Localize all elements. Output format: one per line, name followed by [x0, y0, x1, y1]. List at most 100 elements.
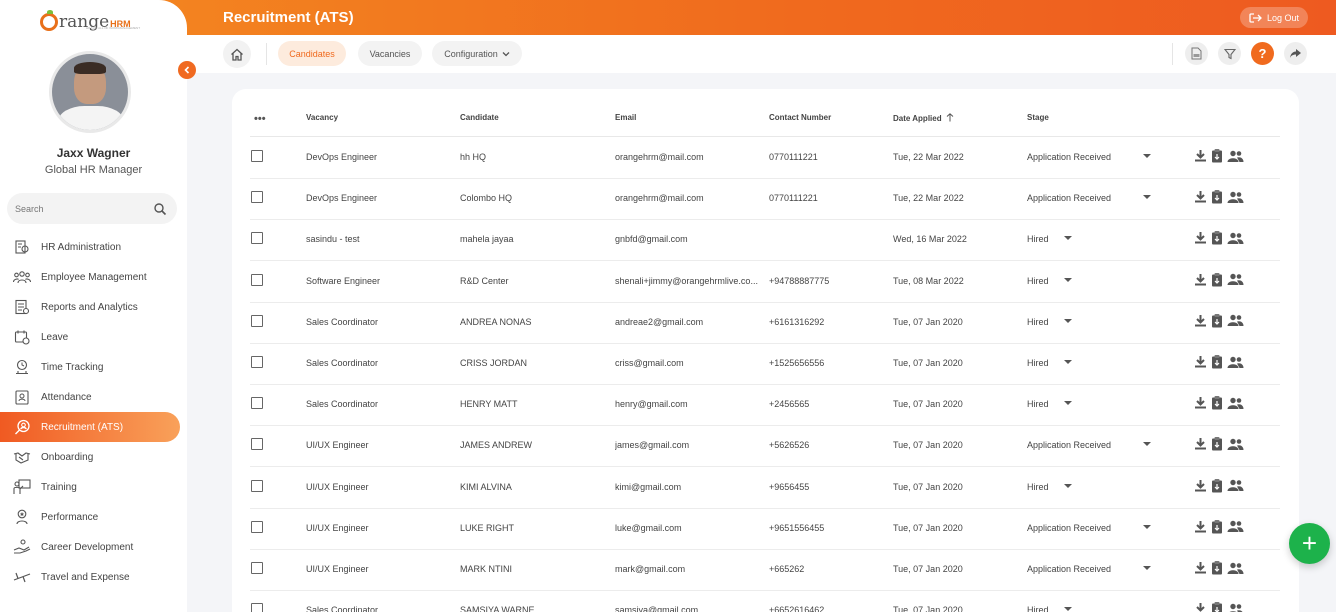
- stage-dropdown-icon[interactable]: [1143, 195, 1151, 200]
- row-checkbox[interactable]: [251, 314, 263, 327]
- row-checkbox[interactable]: [251, 191, 263, 204]
- row-checkbox[interactable]: [251, 562, 263, 574]
- add-candidate-button[interactable]: +: [1289, 523, 1330, 564]
- download-icon[interactable]: [1194, 314, 1207, 327]
- search-input[interactable]: [15, 203, 153, 214]
- table-row[interactable]: DevOps Engineer hh HQ orangehrm@mail.com 07…: [250, 138, 1280, 179]
- stage-dropdown-icon[interactable]: [1143, 442, 1151, 447]
- clipboard-icon[interactable]: [1211, 436, 1223, 451]
- download-icon[interactable]: [1194, 231, 1207, 244]
- logout-button[interactable]: Log Out: [1240, 7, 1308, 28]
- table-row[interactable]: UI/UX Engineer KIMI ALVINA kimi@gmail.com +…: [250, 468, 1280, 509]
- filter-button[interactable]: [1218, 42, 1241, 65]
- sidebar-item-onboarding[interactable]: Onboarding: [0, 442, 187, 472]
- stage-dropdown-icon[interactable]: [1143, 154, 1151, 158]
- sidebar-item-travel-and-expense[interactable]: Travel and Expense: [0, 562, 187, 592]
- table-row[interactable]: sasindu - test mahela jayaa gnbfd@gmail.co…: [250, 220, 1280, 262]
- row-checkbox[interactable]: [251, 150, 263, 162]
- clipboard-icon[interactable]: [1211, 354, 1223, 369]
- home-button[interactable]: [223, 40, 251, 68]
- users-icon[interactable]: [1227, 520, 1244, 533]
- header-vacancy[interactable]: Vacancy: [306, 113, 338, 122]
- row-checkbox[interactable]: [251, 232, 263, 245]
- stage-dropdown-icon[interactable]: [1064, 607, 1072, 612]
- users-icon[interactable]: [1227, 232, 1244, 244]
- download-icon[interactable]: [1194, 561, 1207, 574]
- stage-dropdown-icon[interactable]: [1064, 360, 1072, 364]
- more-options-icon[interactable]: •••: [254, 113, 266, 125]
- users-icon[interactable]: [1227, 438, 1244, 450]
- download-icon[interactable]: [1194, 479, 1207, 492]
- row-checkbox[interactable]: [251, 397, 263, 410]
- users-icon[interactable]: [1227, 479, 1244, 492]
- users-icon[interactable]: [1227, 397, 1244, 409]
- clipboard-icon[interactable]: [1211, 601, 1223, 612]
- tab-configuration[interactable]: Configuration: [432, 41, 522, 66]
- header-email[interactable]: Email: [615, 113, 636, 122]
- users-icon[interactable]: [1227, 150, 1244, 162]
- tab-vacancies[interactable]: Vacancies: [358, 41, 422, 66]
- download-icon[interactable]: [1194, 355, 1207, 368]
- clipboard-icon[interactable]: [1211, 560, 1223, 575]
- users-icon[interactable]: [1227, 562, 1244, 574]
- row-checkbox[interactable]: [251, 520, 263, 533]
- download-icon[interactable]: [1194, 149, 1207, 162]
- table-row[interactable]: UI/UX Engineer LUKE RIGHT luke@gmail.com +9…: [250, 509, 1280, 550]
- users-icon[interactable]: [1227, 191, 1244, 203]
- header-stage[interactable]: Stage: [1027, 113, 1049, 122]
- sidebar-item-hr-administration[interactable]: HR Administration: [0, 232, 187, 262]
- search-icon[interactable]: [153, 202, 167, 216]
- stage-dropdown-icon[interactable]: [1064, 483, 1072, 488]
- row-checkbox[interactable]: [251, 356, 263, 368]
- header-candidate[interactable]: Candidate: [460, 113, 499, 122]
- stage-dropdown-icon[interactable]: [1064, 318, 1072, 323]
- download-icon[interactable]: [1194, 520, 1207, 533]
- stage-dropdown-icon[interactable]: [1064, 277, 1072, 282]
- table-row[interactable]: UI/UX Engineer MARK NTINI mark@gmail.com +6…: [250, 550, 1280, 591]
- table-row[interactable]: DevOps Engineer Colombo HQ orangehrm@mail.…: [250, 179, 1280, 221]
- share-button[interactable]: [1284, 42, 1307, 65]
- stage-dropdown-icon[interactable]: [1064, 236, 1072, 241]
- users-icon[interactable]: [1227, 273, 1244, 286]
- download-icon[interactable]: [1194, 273, 1207, 286]
- clipboard-icon[interactable]: [1211, 395, 1223, 410]
- sidebar-item-leave[interactable]: Leave: [0, 322, 187, 352]
- row-checkbox[interactable]: [251, 603, 263, 612]
- header-contact-number[interactable]: Contact Number: [769, 113, 831, 122]
- download-icon[interactable]: [1194, 437, 1207, 450]
- sidebar-item-recruitment-ats[interactable]: Recruitment (ATS): [0, 412, 180, 442]
- help-button[interactable]: ?: [1251, 42, 1274, 65]
- download-icon[interactable]: [1194, 602, 1207, 612]
- avatar[interactable]: [49, 51, 131, 133]
- download-icon[interactable]: [1194, 190, 1207, 203]
- sidebar-item-reports-and-analytics[interactable]: Reports and Analytics: [0, 292, 187, 322]
- table-row[interactable]: Sales Coordinator ANDREA NONAS andreae2@gm…: [250, 303, 1280, 344]
- sidebar-item-employee-management[interactable]: Employee Management: [0, 262, 187, 292]
- table-row[interactable]: Sales Coordinator CRISS JORDAN criss@gmail…: [250, 344, 1280, 385]
- sidebar-item-time-tracking[interactable]: Time Tracking: [0, 352, 187, 382]
- row-checkbox[interactable]: [251, 273, 263, 286]
- clipboard-icon[interactable]: [1211, 230, 1223, 245]
- table-row[interactable]: UI/UX Engineer JAMES ANDREW james@gmail.co…: [250, 426, 1280, 468]
- export-csv-button[interactable]: [1185, 42, 1208, 65]
- table-row[interactable]: Sales Coordinator SAMSIYA WARNE samsiya@gm…: [250, 591, 1280, 612]
- clipboard-icon[interactable]: [1211, 313, 1223, 328]
- stage-dropdown-icon[interactable]: [1143, 566, 1151, 570]
- clipboard-icon[interactable]: [1211, 189, 1223, 204]
- row-checkbox[interactable]: [251, 479, 263, 492]
- sidebar-item-training[interactable]: Training: [0, 472, 187, 502]
- table-row[interactable]: Software Engineer R&D Center shenali+jimmy…: [250, 262, 1280, 303]
- clipboard-icon[interactable]: [1211, 478, 1223, 493]
- tab-candidates[interactable]: Candidates: [278, 41, 346, 66]
- sidebar-item-career-development[interactable]: Career Development: [0, 532, 187, 562]
- table-row[interactable]: Sales Coordinator HENRY MATT henry@gmail.c…: [250, 385, 1280, 427]
- clipboard-icon[interactable]: [1211, 519, 1223, 534]
- clipboard-icon[interactable]: [1211, 272, 1223, 287]
- stage-dropdown-icon[interactable]: [1064, 401, 1072, 406]
- download-icon[interactable]: [1194, 396, 1207, 409]
- stage-dropdown-icon[interactable]: [1143, 524, 1151, 529]
- row-checkbox[interactable]: [251, 438, 263, 451]
- collapse-sidebar-button[interactable]: [178, 61, 196, 79]
- header-date-applied[interactable]: Date Applied: [893, 113, 954, 123]
- sidebar-item-performance[interactable]: Performance: [0, 502, 187, 532]
